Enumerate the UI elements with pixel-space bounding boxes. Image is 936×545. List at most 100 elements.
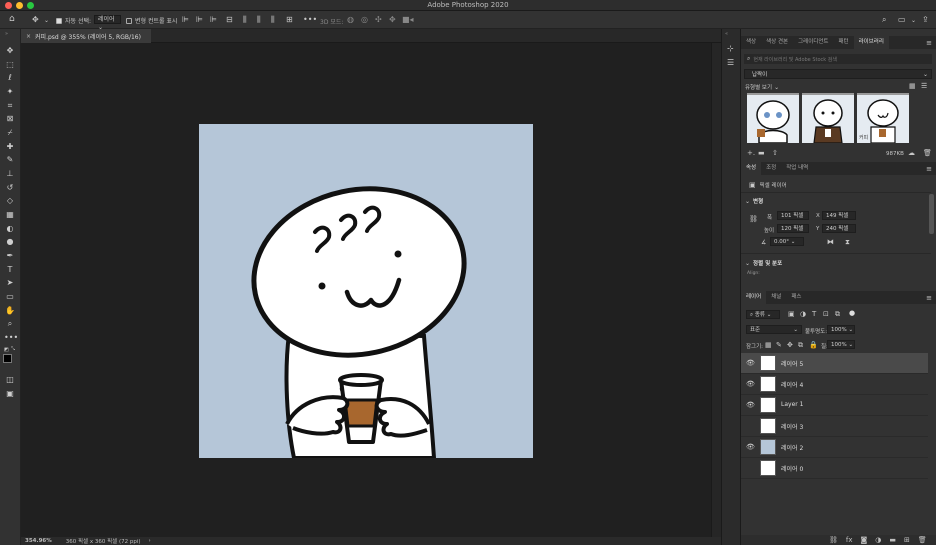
flip-vertical-icon[interactable]: ⧗ <box>845 238 850 247</box>
cloud-icon[interactable]: ☁ <box>908 149 915 157</box>
link-icon[interactable]: ⛓ <box>749 215 758 223</box>
lock-artboard-icon[interactable]: ⧉ <box>798 341 803 350</box>
default-colors-icon[interactable]: ◩ <box>4 347 9 353</box>
3d-roll-icon[interactable]: ◎ <box>361 15 368 24</box>
visibility-eye-icon[interactable]: 👁 <box>746 380 755 388</box>
3d-camera-icon[interactable]: ■◂ <box>402 15 414 24</box>
tab-libraries[interactable]: 라이브러리 <box>853 36 889 49</box>
zoom-tool-icon[interactable]: ⌕ <box>4 318 16 329</box>
type-tool-icon[interactable]: T <box>4 264 16 275</box>
blend-mode-dropdown[interactable]: 표준 ⌄ <box>746 325 802 334</box>
trash-icon[interactable]: 🗑 <box>923 149 932 157</box>
crop-tool-icon[interactable]: ⌗ <box>4 100 16 111</box>
checkbox-checked[interactable] <box>56 17 62 24</box>
3d-orbit-icon[interactable]: ◍ <box>347 15 354 24</box>
layer-row[interactable]: 👁 레이어 3 <box>741 416 928 437</box>
layer-row[interactable]: 👁 레이어 0 <box>741 458 928 479</box>
visibility-eye-icon[interactable]: 👁 <box>746 359 755 367</box>
filter-type-icon[interactable]: T <box>812 310 816 318</box>
upload-icon[interactable]: ⇧ <box>772 149 778 157</box>
layer-row[interactable]: 👁 레이어 2 <box>741 437 928 458</box>
align-left-icon[interactable]: ⊫ <box>182 15 189 24</box>
brush-settings-icon[interactable]: ⊹ <box>727 44 734 53</box>
collapse-arrows-icon[interactable]: » <box>5 31 8 37</box>
tab-color[interactable]: 색상 <box>741 36 761 49</box>
swap-colors-icon[interactable]: ⤡ <box>11 346 15 352</box>
filter-pixel-icon[interactable]: ▣ <box>788 310 795 318</box>
align-right-icon[interactable]: ⊫ <box>210 15 217 24</box>
show-transform-checkbox[interactable]: 변형 컨트롤 표시 <box>126 16 177 25</box>
quick-mask-icon[interactable]: ◫ <box>4 374 16 385</box>
adjustments-icon[interactable]: ☰ <box>727 58 734 67</box>
grid-view-icon[interactable]: ▦ <box>909 82 916 90</box>
tab-swatches[interactable]: 색상 견본 <box>761 36 793 49</box>
stamp-tool-icon[interactable]: ⊥ <box>4 168 16 179</box>
height-field[interactable]: 120 픽셀 <box>777 224 809 233</box>
move-tool-icon[interactable]: ✥ <box>32 15 39 24</box>
path-selection-tool-icon[interactable]: ➤ <box>4 277 16 288</box>
layer-row[interactable]: 👁 레이어 5 <box>741 353 928 374</box>
canvas-area[interactable] <box>21 43 711 537</box>
healing-brush-tool-icon[interactable]: ✚ <box>4 141 16 152</box>
transform-section-header[interactable]: ⌄ 변형 <box>745 197 763 206</box>
new-group-icon[interactable]: ▬ <box>889 536 896 544</box>
visibility-eye-icon[interactable]: 👁 <box>746 401 755 409</box>
move-tool-icon[interactable]: ✥ <box>4 45 16 56</box>
chevron-down-icon[interactable]: ⌄ <box>44 17 49 24</box>
panel-menu-icon[interactable]: ≡ <box>926 294 932 302</box>
chevron-down-icon[interactable]: ⌄ <box>911 17 916 24</box>
foreground-color-swatch[interactable] <box>3 354 12 363</box>
link-layers-icon[interactable]: ⛓ <box>829 536 838 544</box>
panel-menu-icon[interactable]: ≡ <box>926 165 932 173</box>
share-icon[interactable]: ⇪ <box>922 15 929 24</box>
magic-wand-tool-icon[interactable]: ✦ <box>4 86 16 97</box>
x-field[interactable]: 149 픽셀 <box>822 211 856 220</box>
lock-transparent-icon[interactable]: ▦ <box>765 341 772 349</box>
more-options-icon[interactable]: ••• <box>303 15 317 24</box>
lasso-tool-icon[interactable]: ℓ <box>4 72 16 83</box>
lock-all-icon[interactable]: 🔒 <box>809 341 818 349</box>
library-item-thumb[interactable] <box>747 93 799 144</box>
list-view-icon[interactable]: ☰ <box>921 82 927 90</box>
visibility-eye-icon[interactable]: 👁 <box>746 443 755 451</box>
eyedropper-tool-icon[interactable]: ⌿ <box>4 127 16 138</box>
document-tab[interactable]: × 커피.psd @ 355% (레이어 5, RGB/16) <box>21 29 151 43</box>
close-tab-icon[interactable]: × <box>26 33 31 40</box>
status-menu-arrow-icon[interactable]: › <box>149 538 151 544</box>
filter-toggle-icon[interactable]: ● <box>849 309 855 317</box>
folder-icon[interactable]: ▬ <box>758 149 765 157</box>
tab-patterns[interactable]: 패턴 <box>834 36 854 49</box>
frame-tool-icon[interactable]: ⊠ <box>4 113 16 124</box>
auto-select-target-dropdown[interactable]: 레이어 ⌄ <box>94 15 121 31</box>
opacity-field[interactable]: 100% ⌄ <box>827 325 855 334</box>
layer-row[interactable]: 👁 Layer 1 <box>741 395 928 416</box>
history-brush-tool-icon[interactable]: ↺ <box>4 182 16 193</box>
workspace-icon[interactable]: ▭ <box>898 15 906 24</box>
lock-position-icon[interactable]: ✥ <box>787 341 793 349</box>
tab-adjustments[interactable]: 조정 <box>761 162 781 175</box>
tab-history[interactable]: 작업 내역 <box>781 162 813 175</box>
angle-field[interactable]: 0.00° ⌄ <box>770 237 804 246</box>
home-icon[interactable]: ⌂ <box>9 14 15 24</box>
lock-pixels-icon[interactable]: ✎ <box>776 341 782 349</box>
library-select-dropdown[interactable]: 납짝이 ⌄ <box>744 69 932 79</box>
collapse-arrows-icon[interactable]: « <box>725 31 728 37</box>
layer-filter-dropdown[interactable]: ⌕ 종류 ⌄ <box>746 310 780 319</box>
tab-properties[interactable]: 속성 <box>741 162 762 175</box>
shape-tool-icon[interactable]: ▭ <box>4 291 16 302</box>
auto-select-checkbox[interactable]: 자동 선택: <box>56 16 91 25</box>
adjustment-layer-icon[interactable]: ◑ <box>875 536 881 544</box>
mask-icon[interactable]: ◙ <box>861 536 868 544</box>
edit-toolbar-icon[interactable]: ••• <box>4 332 18 343</box>
brush-tool-icon[interactable]: ✎ <box>4 154 16 165</box>
marquee-tool-icon[interactable]: ⬚ <box>4 59 16 70</box>
checkbox-unchecked[interactable] <box>126 17 132 24</box>
fill-field[interactable]: 100% ⌄ <box>827 340 855 349</box>
width-field[interactable]: 101 픽셀 <box>777 211 809 220</box>
new-layer-icon[interactable]: ⊞ <box>904 536 910 544</box>
filter-adjustment-icon[interactable]: ◑ <box>800 310 806 318</box>
distribute-vertical-icon[interactable]: ⊞ <box>286 15 293 24</box>
align-top-icon[interactable]: ⫼ <box>243 15 247 25</box>
eraser-tool-icon[interactable]: ◇ <box>4 195 16 206</box>
fx-icon[interactable]: fx <box>846 536 853 544</box>
